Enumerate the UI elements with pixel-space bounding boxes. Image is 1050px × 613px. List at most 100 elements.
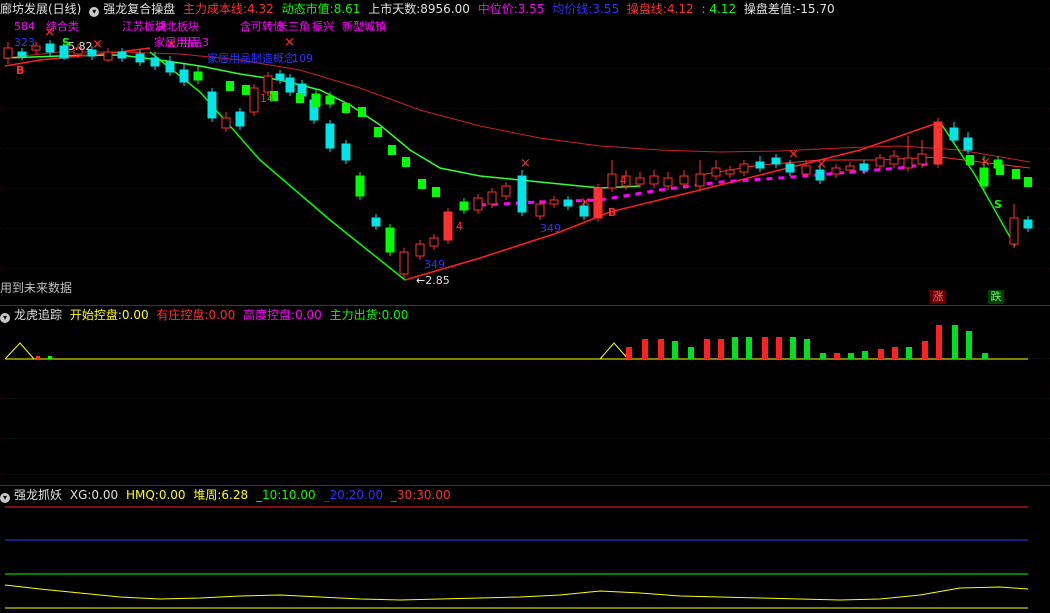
candle-body xyxy=(845,165,855,171)
sell-s-label: S xyxy=(62,36,70,49)
green-marker xyxy=(1012,169,1020,179)
candle-body xyxy=(649,175,659,185)
signal-bar xyxy=(746,337,752,359)
candle-body xyxy=(831,167,841,175)
candle-body xyxy=(917,153,927,165)
signal-peak xyxy=(599,342,629,360)
sell-x-marker: × xyxy=(520,156,531,171)
signal-bar xyxy=(642,339,648,359)
zigzag-down-line xyxy=(939,121,1016,247)
candle-body xyxy=(593,187,603,219)
candle-body xyxy=(679,175,689,185)
green-marker xyxy=(432,187,440,197)
sell-x-marker: × xyxy=(284,35,295,50)
buy-b-label: B xyxy=(16,64,25,77)
signal-bar xyxy=(732,337,738,359)
die-button[interactable]: 跌 xyxy=(988,290,1004,304)
candle-body xyxy=(150,57,160,67)
candle-body xyxy=(385,227,395,253)
signal-bar xyxy=(952,325,958,359)
tag-109: 109 xyxy=(292,52,313,65)
signal-bar xyxy=(848,353,854,359)
candle-body xyxy=(135,53,145,63)
candle-body xyxy=(371,217,381,227)
candle-body xyxy=(739,163,749,173)
candle-body xyxy=(103,51,113,61)
signal-bar xyxy=(834,353,840,359)
green-marker xyxy=(996,165,1004,175)
duizhou-line xyxy=(4,584,1029,601)
ma-long-line xyxy=(4,51,1031,163)
zhang-button[interactable]: 涨 xyxy=(930,290,946,304)
candle-body xyxy=(325,123,335,149)
signal-bar xyxy=(804,339,810,359)
tag-xinxing: 新型城镇 xyxy=(342,20,386,33)
zigzag-down-line xyxy=(149,51,406,281)
tag-zonghe: 综合类 xyxy=(46,20,79,33)
candle-body xyxy=(249,87,259,113)
tag-584: 584 xyxy=(14,20,35,33)
signal-bar xyxy=(966,331,972,359)
candle-body xyxy=(755,161,765,169)
candle-body xyxy=(725,169,735,175)
candle-body xyxy=(963,137,973,151)
signal-bar xyxy=(862,351,868,359)
tag-zhenxing: 振兴 xyxy=(312,20,334,33)
signal-bar xyxy=(906,347,912,359)
candle-body xyxy=(429,237,439,247)
sell-x-marker: × xyxy=(816,157,827,172)
green-marker xyxy=(296,93,304,103)
signal-bar xyxy=(982,353,988,359)
tag-14: 14 xyxy=(260,92,274,105)
green-marker xyxy=(342,103,350,113)
candle-body xyxy=(1023,219,1033,229)
buy-b-label: B xyxy=(608,206,617,219)
candle-body xyxy=(933,121,943,165)
candle-body xyxy=(399,251,409,275)
signal-bar xyxy=(790,337,796,359)
candle-body xyxy=(903,157,913,169)
candle-body xyxy=(355,175,365,197)
candle-body xyxy=(563,199,573,207)
candle-body xyxy=(949,127,959,141)
signal-bar xyxy=(762,337,768,359)
candle-body xyxy=(275,73,285,81)
green-marker xyxy=(1024,177,1032,187)
candle-body xyxy=(607,173,617,189)
candle-body xyxy=(549,199,559,205)
candle-body xyxy=(635,177,645,185)
green-marker xyxy=(418,179,426,189)
strong-dragon-chart[interactable] xyxy=(0,485,1050,613)
signal-bar xyxy=(48,356,52,359)
signal-bar xyxy=(718,339,724,359)
sell-x-marker: × xyxy=(980,155,991,170)
candle-body xyxy=(263,75,273,93)
signal-bar xyxy=(704,339,710,359)
candle-body xyxy=(3,47,13,59)
green-marker xyxy=(374,127,382,137)
candle-body xyxy=(473,197,483,211)
sell-x-marker: × xyxy=(788,147,799,162)
candle-body xyxy=(221,117,231,129)
candle-body xyxy=(663,177,673,187)
tag-4a: 4 xyxy=(456,220,463,233)
green-marker xyxy=(966,155,974,165)
candle-body xyxy=(979,167,989,187)
candle-body xyxy=(117,51,127,59)
signal-bar xyxy=(672,341,678,359)
green-marker xyxy=(242,85,250,95)
green-marker xyxy=(358,107,366,117)
tag-4b: 4 xyxy=(620,174,627,187)
candle-body xyxy=(341,143,351,161)
ma-green-line xyxy=(4,54,641,189)
candle-body xyxy=(415,243,425,257)
candle-body xyxy=(235,111,245,127)
candle-body xyxy=(179,69,189,83)
candle-body xyxy=(207,91,217,119)
signal-bar xyxy=(892,347,898,359)
candle-body xyxy=(771,157,781,165)
tag-jiaju2: 家居用品制造概念 xyxy=(207,52,295,65)
signal-bar xyxy=(936,325,942,359)
signal-bar xyxy=(820,353,826,359)
dragon-tiger-chart[interactable] xyxy=(0,305,1050,485)
